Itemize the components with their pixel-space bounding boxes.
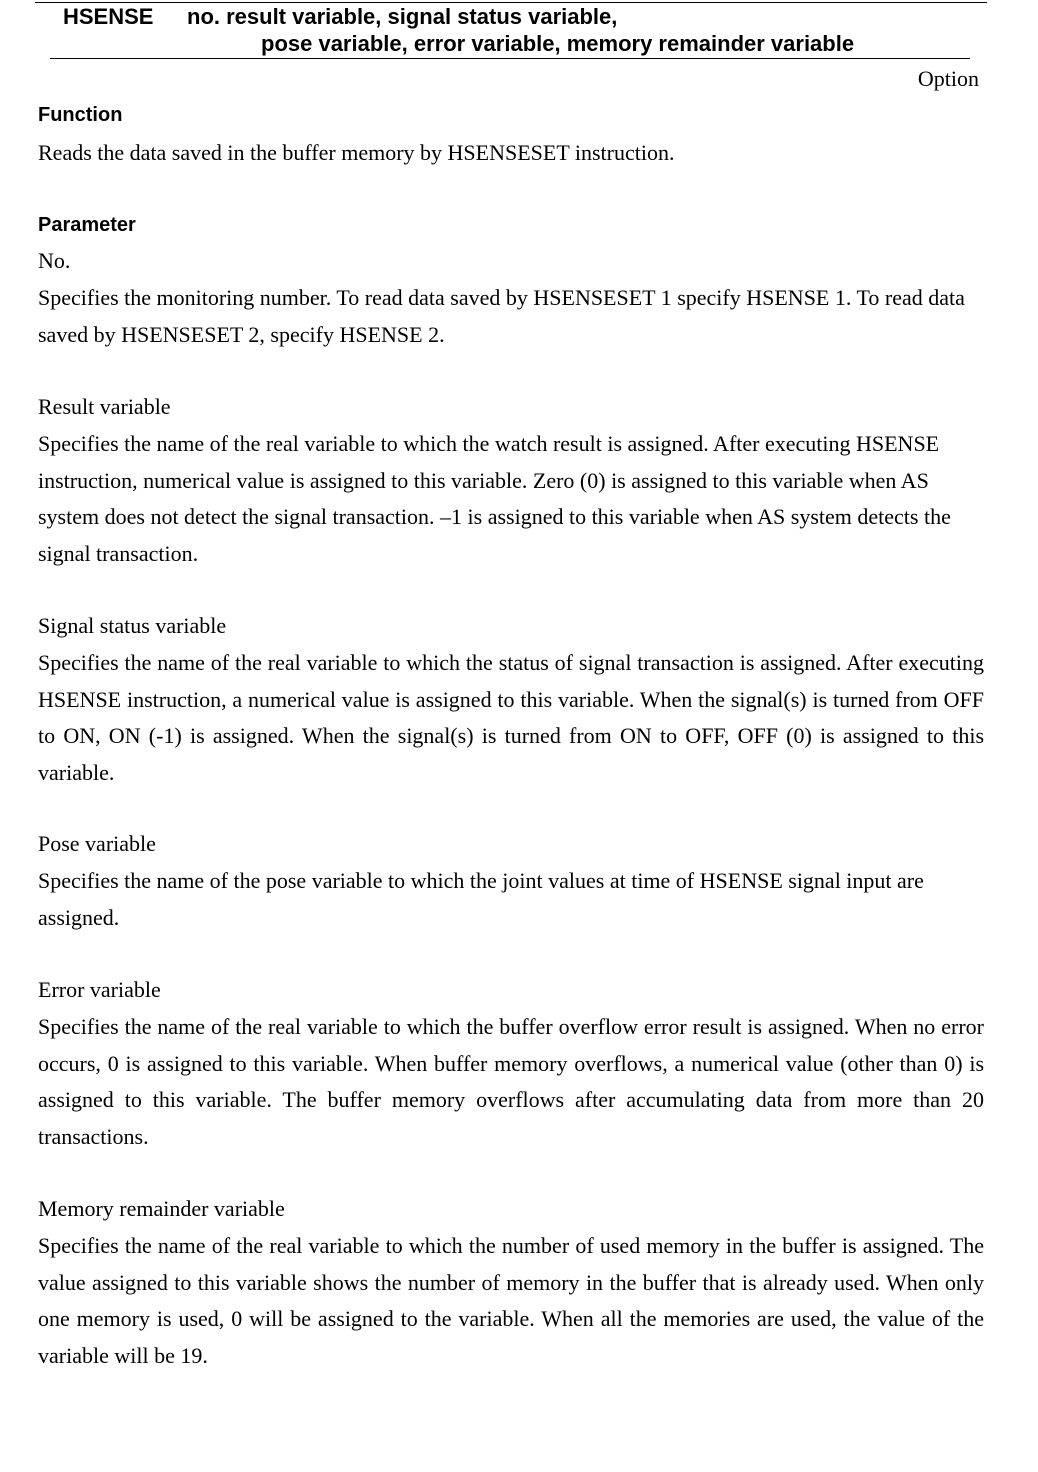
param-desc-pose-variable: Specifies the name of the pose variable … xyxy=(38,868,924,930)
top-rule xyxy=(35,2,987,3)
param-desc-result-variable: Specifies the name of the real variable … xyxy=(38,431,951,566)
syntax-text-1: no. result variable, signal status varia… xyxy=(187,4,618,29)
parameter-heading: Parameter xyxy=(38,214,136,236)
syntax-line-1: HSENSE no. result variable, signal status… xyxy=(63,4,617,30)
syntax-line-2: pose variable, error variable, memory re… xyxy=(261,31,855,56)
param-title-memory-remainder-variable: Memory remainder variable xyxy=(38,1196,285,1221)
param-desc-signal-status-variable: Specifies the name of the real variable … xyxy=(38,650,984,785)
param-title-no: No. xyxy=(38,248,71,273)
param-title-error-variable: Error variable xyxy=(38,977,161,1002)
instruction-syntax-heading: HSENSE no. result variable, signal status… xyxy=(50,4,970,59)
param-desc-memory-remainder-variable: Specifies the name of the real variable … xyxy=(38,1233,984,1368)
param-title-pose-variable: Pose variable xyxy=(38,831,156,856)
option-label: Option xyxy=(917,66,979,91)
param-desc-no: Specifies the monitoring number. To read… xyxy=(38,285,965,347)
param-desc-error-variable: Specifies the name of the real variable … xyxy=(38,1014,984,1149)
function-description: Reads the data saved in the buffer memor… xyxy=(38,140,675,165)
param-title-result-variable: Result variable xyxy=(38,394,171,419)
command-name: HSENSE xyxy=(63,4,154,29)
function-heading: Function xyxy=(38,104,123,126)
param-title-signal-status-variable: Signal status variable xyxy=(38,613,227,638)
manual-page: HSENSE no. result variable, signal status… xyxy=(0,0,1038,1472)
